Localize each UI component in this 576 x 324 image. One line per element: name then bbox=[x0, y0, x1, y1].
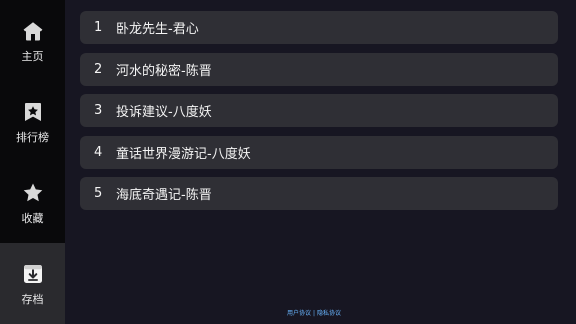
item-index: 3 bbox=[94, 103, 103, 118]
archive-icon bbox=[21, 262, 45, 286]
item-index: 2 bbox=[94, 61, 103, 77]
list-item[interactable]: 4 童话世界漫游记-八度妖 bbox=[80, 135, 558, 169]
privacy-policy-link[interactable]: 隐私协议 bbox=[317, 310, 341, 317]
archive-list: 1 卧龙先生-君心 2 河水的秘密-陈晋 3 投诉建议-八度妖 4 童话世界漫游… bbox=[80, 11, 558, 219]
list-item[interactable]: 5 海底奇遇记-陈晋 bbox=[80, 177, 558, 210]
list-item[interactable]: 3 投诉建议-八度妖 bbox=[80, 94, 558, 127]
item-title: 投诉建议-八度妖 bbox=[116, 105, 212, 120]
sidebar-item-home[interactable]: 主页 bbox=[0, 0, 65, 81]
item-index: 5 bbox=[94, 186, 103, 201]
item-title: 河水的秘密-陈晋 bbox=[116, 63, 212, 79]
user-agreement-link[interactable]: 用户协议 bbox=[287, 310, 311, 317]
footer-links: 用户协议 | 隐私协议 bbox=[287, 310, 341, 318]
item-index: 1 bbox=[94, 20, 103, 35]
star-icon bbox=[21, 181, 45, 205]
list-item[interactable]: 2 河水的秘密-陈晋 bbox=[80, 52, 558, 86]
item-title: 卧龙先生-君心 bbox=[116, 22, 199, 37]
sidebar-item-label: 存档 bbox=[21, 292, 44, 306]
item-title: 海底奇遇记-陈晋 bbox=[116, 188, 212, 203]
sidebar-item-label: 排行榜 bbox=[16, 130, 49, 144]
sidebar: 主页 排行榜 收藏 存档 bbox=[0, 0, 65, 324]
sidebar-item-label: 收藏 bbox=[21, 211, 44, 225]
list-item[interactable]: 1 卧龙先生-君心 bbox=[80, 11, 558, 44]
sidebar-item-ranking[interactable]: 排行榜 bbox=[0, 81, 65, 162]
sidebar-item-favorites[interactable]: 收藏 bbox=[0, 162, 65, 243]
sidebar-item-archive[interactable]: 存档 bbox=[0, 243, 65, 324]
sidebar-item-label: 主页 bbox=[21, 49, 44, 63]
item-index: 4 bbox=[94, 144, 103, 160]
ranking-icon bbox=[21, 100, 45, 124]
home-icon bbox=[21, 19, 45, 43]
item-title: 童话世界漫游记-八度妖 bbox=[116, 146, 251, 162]
